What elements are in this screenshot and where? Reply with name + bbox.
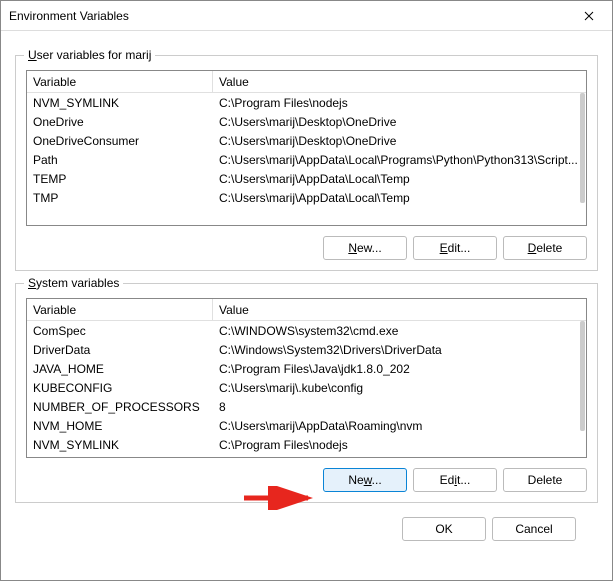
close-icon — [584, 11, 594, 21]
table-header: Variable Value — [27, 71, 586, 93]
user-new-button[interactable]: New... — [323, 236, 407, 260]
table-row[interactable]: PathC:\Users\marij\AppData\Local\Program… — [27, 150, 586, 169]
table-row[interactable]: JAVA_HOMEC:\Program Files\Java\jdk1.8.0_… — [27, 359, 586, 378]
table-header: Variable Value — [27, 299, 586, 321]
system-buttons-row: New... Edit... Delete — [26, 468, 587, 492]
system-variables-legend: System variables — [24, 276, 123, 290]
table-row[interactable]: NVM_SYMLINKC:\Program Files\nodejs — [27, 93, 586, 112]
column-value[interactable]: Value — [213, 303, 586, 317]
table-row[interactable]: TEMPC:\Users\marij\AppData\Local\Temp — [27, 169, 586, 188]
dialog-footer: OK Cancel — [15, 503, 598, 541]
column-variable[interactable]: Variable — [27, 299, 213, 320]
user-variables-legend: User variables for marij — [24, 48, 155, 62]
user-delete-button[interactable]: Delete — [503, 236, 587, 260]
titlebar: Environment Variables — [1, 1, 612, 31]
ok-button[interactable]: OK — [402, 517, 486, 541]
table-row[interactable]: ComSpecC:\WINDOWS\system32\cmd.exe — [27, 321, 586, 340]
content-area: User variables for marij Variable Value … — [1, 31, 612, 541]
system-edit-button[interactable]: Edit... — [413, 468, 497, 492]
table-row[interactable]: NVM_SYMLINKC:\Program Files\nodejs — [27, 435, 586, 454]
system-delete-button[interactable]: Delete — [503, 468, 587, 492]
scrollbar-thumb[interactable] — [580, 321, 585, 431]
table-row[interactable]: DriverDataC:\Windows\System32\Drivers\Dr… — [27, 340, 586, 359]
table-row[interactable]: NUMBER_OF_PROCESSORS8 — [27, 397, 586, 416]
table-body: ComSpecC:\WINDOWS\system32\cmd.exe Drive… — [27, 321, 586, 454]
user-variables-table[interactable]: Variable Value NVM_SYMLINKC:\Program Fil… — [26, 70, 587, 226]
cancel-button[interactable]: Cancel — [492, 517, 576, 541]
system-variables-table[interactable]: Variable Value ComSpecC:\WINDOWS\system3… — [26, 298, 587, 458]
table-row[interactable]: OneDriveConsumerC:\Users\marij\Desktop\O… — [27, 131, 586, 150]
user-edit-button[interactable]: Edit... — [413, 236, 497, 260]
scrollbar-thumb[interactable] — [580, 93, 585, 203]
system-variables-group: System variables Variable Value ComSpecC… — [15, 283, 598, 503]
table-row[interactable]: NVM_HOMEC:\Users\marij\AppData\Roaming\n… — [27, 416, 586, 435]
close-button[interactable] — [566, 1, 612, 31]
window-title: Environment Variables — [9, 9, 129, 23]
column-value[interactable]: Value — [213, 75, 586, 89]
column-variable[interactable]: Variable — [27, 71, 213, 92]
user-variables-group: User variables for marij Variable Value … — [15, 55, 598, 271]
table-row[interactable]: TMPC:\Users\marij\AppData\Local\Temp — [27, 188, 586, 207]
table-body: NVM_SYMLINKC:\Program Files\nodejs OneDr… — [27, 93, 586, 207]
system-new-button[interactable]: New... — [323, 468, 407, 492]
table-row[interactable]: OneDriveC:\Users\marij\Desktop\OneDrive — [27, 112, 586, 131]
table-row[interactable]: KUBECONFIGC:\Users\marij\.kube\config — [27, 378, 586, 397]
user-buttons-row: New... Edit... Delete — [26, 236, 587, 260]
